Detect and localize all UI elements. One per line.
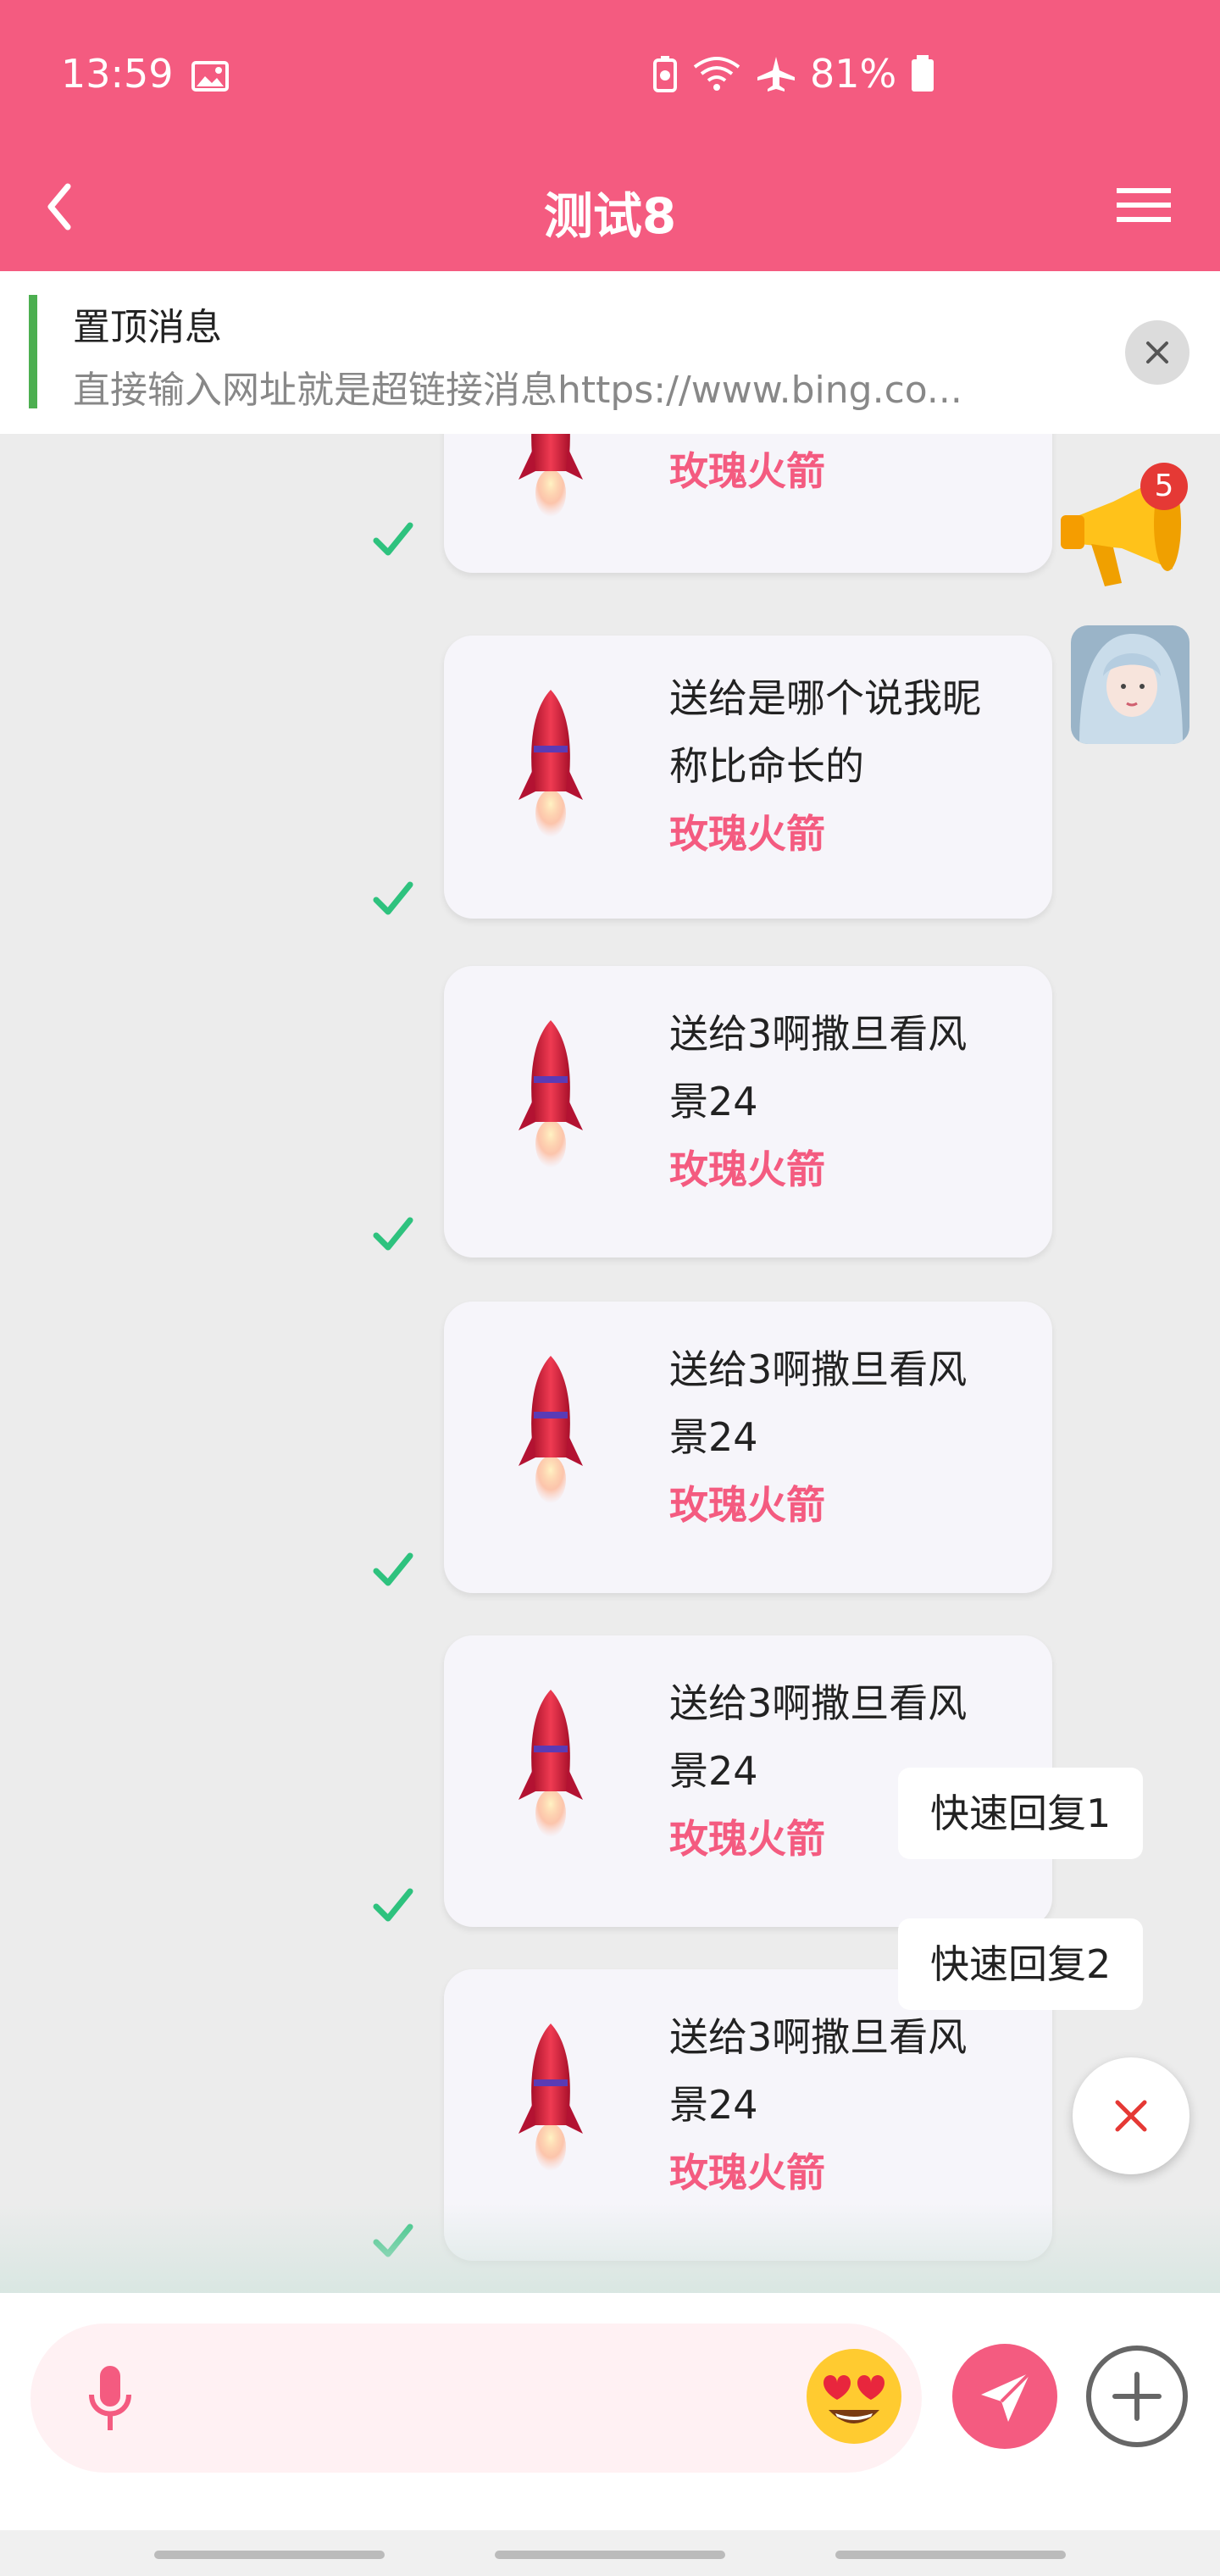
gift-name: 玫瑰火箭	[669, 448, 825, 494]
image-icon	[191, 61, 229, 92]
microphone-icon[interactable]	[76, 2361, 144, 2437]
rose-rocket-icon	[518, 2024, 583, 2171]
gift-line-1: 送给3啊撒旦看风	[669, 1680, 968, 1726]
gift-name: 玫瑰火箭	[669, 2150, 825, 2196]
gift-name: 玫瑰火箭	[669, 1482, 825, 1528]
rose-rocket-icon	[518, 1690, 583, 1837]
close-icon	[1146, 341, 1168, 364]
gift-message[interactable]: 送给3啊撒旦看风 景24 玫瑰火箭	[444, 1302, 1052, 1593]
sent-check-icon	[373, 1888, 413, 1922]
message-input[interactable]	[30, 2323, 922, 2473]
gift-name: 玫瑰火箭	[669, 1146, 825, 1192]
status-bar: 13:59 81%	[0, 0, 1220, 153]
gift-message[interactable]: 送给3啊撒旦看风 景24 玫瑰火箭	[444, 966, 1052, 1257]
quick-reply-2[interactable]: 快速回复2	[898, 1918, 1144, 2010]
gift-line-1: 送给3啊撒旦看风	[669, 2014, 968, 2060]
battery-percent: 81%	[810, 51, 897, 97]
user-avatar-image	[1071, 625, 1190, 744]
status-time: 13:59	[61, 51, 174, 97]
sent-check-icon	[373, 1217, 413, 1251]
pinned-indicator-bar	[29, 295, 37, 408]
system-navigation-bar	[0, 2530, 1220, 2576]
pinned-close-button[interactable]	[1125, 320, 1190, 385]
status-indicators: 81%	[652, 51, 935, 97]
announcement-badge: 5	[1140, 463, 1188, 510]
gift-line-2: 景24	[669, 1079, 758, 1124]
gift-line-2: 景24	[669, 1414, 758, 1460]
scroll-fade	[0, 2203, 1220, 2293]
rose-rocket-icon	[518, 690, 583, 837]
avatar[interactable]	[1071, 625, 1190, 744]
sent-check-icon	[373, 522, 413, 556]
rose-rocket-icon	[518, 1020, 583, 1168]
gift-line-1: 送给3啊撒旦看风	[669, 1011, 968, 1057]
send-button[interactable]	[952, 2344, 1057, 2449]
rose-rocket-icon	[518, 434, 583, 517]
gift-message[interactable]: 送给是哪个说我昵 称比命长的 玫瑰火箭	[444, 636, 1052, 919]
nav-home-handle[interactable]	[495, 2551, 725, 2559]
plus-icon	[1112, 2372, 1162, 2421]
emoji-icon[interactable]	[803, 2346, 905, 2447]
gift-name: 玫瑰火箭	[669, 811, 825, 857]
nav-recents-handle[interactable]	[154, 2551, 385, 2559]
pinned-title: 置顶消息	[73, 306, 222, 349]
chat-messages[interactable]: 玫瑰火箭 送给是哪个说我昵 称比命长的 玫瑰火箭 送给3啊撒旦看风 景24 玫瑰…	[0, 434, 1220, 2293]
gift-line-1: 送给3啊撒旦看风	[669, 1346, 968, 1392]
gift-line-2: 景24	[669, 2082, 758, 2128]
more-options-button[interactable]	[1086, 2346, 1188, 2447]
wifi-icon	[693, 57, 740, 91]
menu-icon[interactable]	[1115, 176, 1173, 234]
sent-check-icon	[373, 1552, 413, 1586]
gift-message[interactable]: 玫瑰火箭	[444, 434, 1052, 573]
battery-icon	[912, 55, 934, 92]
pinned-text: 直接输入网址就是超链接消息https://www.bing.co...	[73, 369, 962, 412]
gift-line-1: 送给是哪个说我昵	[669, 675, 981, 721]
nav-back-handle[interactable]	[835, 2551, 1066, 2559]
input-bar	[0, 2293, 1220, 2530]
close-icon	[1115, 2100, 1147, 2132]
battery-saver-icon	[653, 56, 677, 92]
chat-title: 测试8	[543, 187, 677, 245]
close-quick-replies-button[interactable]	[1073, 2057, 1190, 2174]
app-header: 测试8	[0, 153, 1220, 271]
sent-check-icon	[373, 881, 413, 915]
rose-rocket-icon	[518, 1356, 583, 1503]
send-icon	[981, 2371, 1032, 2422]
pinned-message[interactable]: 置顶消息 直接输入网址就是超链接消息https://www.bing.co...	[0, 271, 1220, 434]
gift-line-2: 称比命长的	[669, 743, 864, 789]
airplane-mode-icon	[757, 57, 795, 92]
quick-reply-1[interactable]: 快速回复1	[898, 1768, 1144, 1859]
